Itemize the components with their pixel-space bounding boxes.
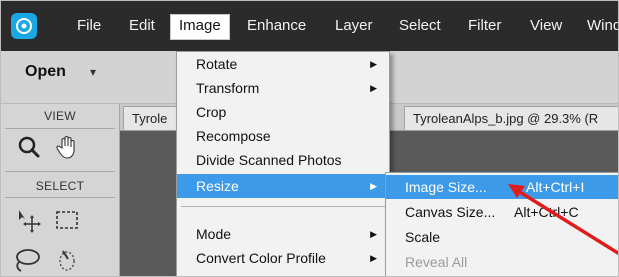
- menu-edit[interactable]: Edit: [129, 1, 155, 51]
- open-button[interactable]: Open: [25, 63, 66, 81]
- menu-separator: [181, 206, 385, 207]
- menu-item-shortcut: Alt+Ctrl+C: [514, 204, 579, 220]
- menu-item-label: Scale: [405, 229, 441, 245]
- hand-icon[interactable]: [51, 134, 83, 160]
- menu-file[interactable]: File: [77, 1, 101, 51]
- submenu-arrow-icon: ▶: [370, 229, 377, 239]
- submenu-arrow-icon: ▶: [370, 181, 377, 191]
- menu-item-label: Divide Scanned Photos: [196, 152, 342, 168]
- menu-item-label: Crop: [196, 104, 227, 120]
- elements-logo-icon: [11, 13, 37, 39]
- lasso-icon[interactable]: [11, 247, 43, 273]
- submenu-arrow-icon: ▶: [370, 59, 377, 69]
- menu-view[interactable]: View: [530, 1, 562, 51]
- submenu-arrow-icon: ▶: [370, 253, 377, 263]
- app-window: File Edit Image Enhance Layer Select Fil…: [0, 0, 619, 277]
- zoom-icon[interactable]: [13, 134, 45, 160]
- select-section-label: SELECT: [35, 179, 85, 193]
- menu-item-recompose[interactable]: Recompose: [177, 124, 389, 148]
- menu-item-scale[interactable]: Scale: [386, 225, 618, 249]
- menu-bar: File Edit Image Enhance Layer Select Fil…: [1, 1, 618, 51]
- submenu-arrow-icon: ▶: [370, 83, 377, 93]
- resize-submenu: Image Size... Alt+Ctrl+I Canvas Size... …: [385, 172, 618, 276]
- menu-item-divide-scanned-photos[interactable]: Divide Scanned Photos: [177, 148, 389, 172]
- open-dropdown-caret[interactable]: ▾: [90, 65, 96, 79]
- menu-layer[interactable]: Layer: [335, 1, 373, 51]
- menu-item-label: Reveal All: [405, 254, 468, 270]
- move-icon[interactable]: [13, 207, 45, 233]
- menu-item-label: Resize: [196, 178, 239, 194]
- menu-item-shortcut: Alt+Ctrl+I: [526, 179, 585, 195]
- menu-item-resize[interactable]: Resize ▶: [177, 174, 389, 198]
- menu-item-label: Rotate: [196, 56, 238, 72]
- quick-selection-icon[interactable]: [51, 247, 83, 273]
- menu-item-label: Image Size...: [405, 179, 487, 195]
- menu-item-label: Canvas Size...: [405, 204, 496, 220]
- menu-enhance[interactable]: Enhance: [247, 1, 306, 51]
- panel-divider: [5, 171, 115, 172]
- menu-image[interactable]: Image: [170, 14, 230, 40]
- menu-item-image-size[interactable]: Image Size... Alt+Ctrl+I: [386, 175, 618, 199]
- view-section-label: VIEW: [44, 109, 76, 123]
- menu-item-label: Mode: [196, 226, 232, 242]
- menu-item-crop[interactable]: Crop: [177, 100, 389, 124]
- menu-item-mode[interactable]: Mode ▶: [177, 222, 389, 246]
- document-tab-active[interactable]: TyroleanAlps_b.jpg @ 29.3% (R: [404, 106, 618, 130]
- menu-item-reveal-all: Reveal All: [386, 250, 618, 274]
- menu-window[interactable]: Wind: [587, 1, 618, 51]
- panel-divider: [5, 128, 115, 129]
- menu-item-transform[interactable]: Transform ▶: [177, 76, 389, 100]
- menu-item-label: Convert Color Profile: [196, 250, 326, 266]
- image-menu-dropdown: Rotate ▶ Transform ▶ Crop Recompose Divi…: [176, 51, 390, 276]
- panel-divider: [5, 197, 115, 198]
- menu-item-convert-color-profile[interactable]: Convert Color Profile ▶: [177, 246, 389, 270]
- menu-item-label: Transform: [196, 80, 260, 96]
- menu-filter[interactable]: Filter: [468, 1, 501, 51]
- menu-item-label: Recompose: [196, 128, 271, 144]
- menu-select[interactable]: Select: [399, 1, 441, 51]
- marquee-icon[interactable]: [51, 207, 83, 233]
- menu-item-canvas-size[interactable]: Canvas Size... Alt+Ctrl+C: [386, 200, 618, 224]
- menu-item-rotate[interactable]: Rotate ▶: [177, 52, 389, 76]
- tools-panel: VIEW SELECT: [1, 104, 120, 276]
